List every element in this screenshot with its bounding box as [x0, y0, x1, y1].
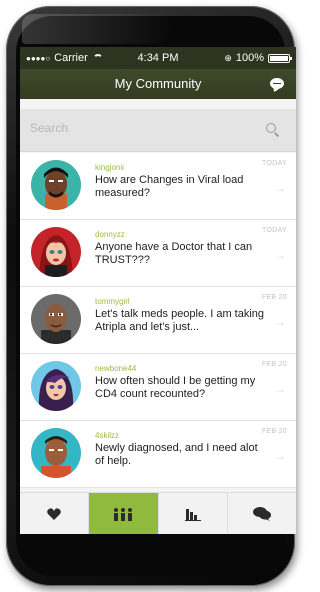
avatar: [31, 227, 81, 277]
message-text: Newly diagnosed, and I need alot of help…: [95, 442, 258, 467]
tab-bar: [20, 492, 296, 534]
message-text: How are Changes in Viral load measured?: [95, 174, 244, 199]
tab-community[interactable]: [89, 493, 159, 534]
heart-icon: [47, 508, 61, 520]
battery-label: 100%: [235, 52, 264, 64]
message-text: Let's talk meds people. I am taking Atri…: [95, 308, 265, 333]
date-label: TODAY: [262, 227, 287, 234]
arrow-right-icon: →: [274, 181, 286, 195]
username: 4skilzz: [95, 431, 120, 440]
date-label: TODAY: [262, 160, 287, 167]
list-item[interactable]: newbone44 FEB 20 How often should I be g…: [20, 354, 296, 421]
nav-bar: My Community: [20, 69, 296, 99]
arrow-right-icon: →: [274, 315, 286, 329]
username: kingjonii: [95, 163, 124, 172]
tab-messages[interactable]: [228, 493, 296, 534]
community-icon: [114, 508, 133, 521]
search-input[interactable]: [30, 121, 250, 135]
list-item[interactable]: tommygirl FEB 20 Let's talk meds people.…: [20, 287, 296, 354]
phone-highlight: [22, 14, 172, 44]
battery-icon: [268, 53, 292, 63]
arrow-right-icon: →: [274, 382, 286, 396]
date-label: FEB 20: [261, 294, 287, 301]
date-label: FEB 20: [261, 428, 287, 435]
list-item[interactable]: donnyzz TODAY Anyone have a Doctor that …: [20, 220, 296, 287]
username: newbone44: [95, 364, 137, 373]
username: tommygirl: [95, 297, 130, 306]
arrow-right-icon: →: [274, 449, 286, 463]
status-bar: ●●●●○ Carrier 4:34 PM ⊕ 100%: [20, 47, 296, 69]
tab-stats[interactable]: [159, 493, 228, 534]
avatar: [31, 160, 81, 210]
bar-chart-icon: [184, 509, 201, 521]
page-title: My Community: [114, 76, 202, 91]
chat-bubbles-icon: [252, 507, 271, 521]
date-label: FEB 20: [261, 361, 287, 368]
search-bar: [20, 109, 296, 152]
arrow-right-icon: →: [274, 248, 286, 262]
avatar: [31, 428, 81, 478]
username: donnyzz: [95, 230, 125, 239]
message-text: How often should I be getting my CD4 cou…: [95, 375, 256, 400]
search-icon[interactable]: [266, 123, 276, 133]
status-right: ⊕ 100%: [224, 52, 292, 64]
avatar: [31, 294, 81, 344]
tab-favorites[interactable]: [20, 493, 90, 534]
list-item[interactable]: kingjonii TODAY How are Changes in Viral…: [20, 153, 296, 220]
list-item[interactable]: 4skilzz FEB 20 Newly diagnosed, and I ne…: [20, 421, 296, 488]
thread-list: kingjonii TODAY How are Changes in Viral…: [20, 153, 296, 488]
alarm-icon: ⊕: [224, 52, 232, 63]
app-screen: ●●●●○ Carrier 4:34 PM ⊕ 100% My Communit…: [20, 47, 296, 534]
new-message-icon[interactable]: [270, 78, 284, 89]
avatar: [31, 361, 81, 411]
message-text: Anyone have a Doctor that I can TRUST???: [95, 241, 253, 266]
